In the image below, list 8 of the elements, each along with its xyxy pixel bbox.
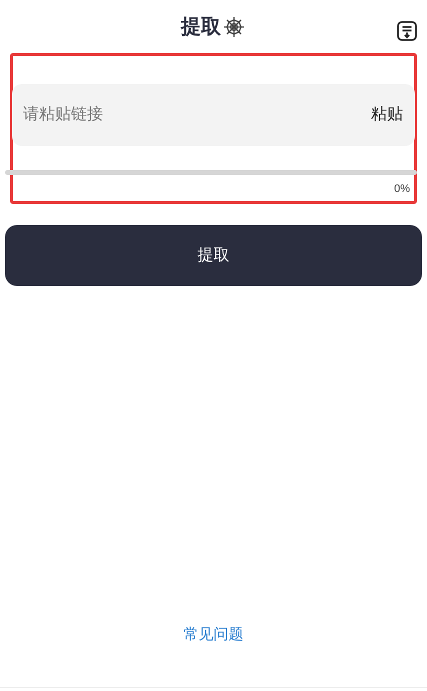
page-title: 提取 [181, 14, 221, 40]
link-input-field[interactable]: 请粘贴链接 粘贴 [12, 84, 415, 146]
progress-reading: 0% [394, 184, 410, 195]
spider-web-icon [222, 14, 246, 38]
paste-button[interactable]: 粘贴 [371, 103, 404, 127]
faq-link[interactable]: 常见问题 [184, 624, 244, 646]
extract-button[interactable]: 提取 [5, 225, 422, 286]
download-list-icon[interactable] [396, 20, 418, 42]
